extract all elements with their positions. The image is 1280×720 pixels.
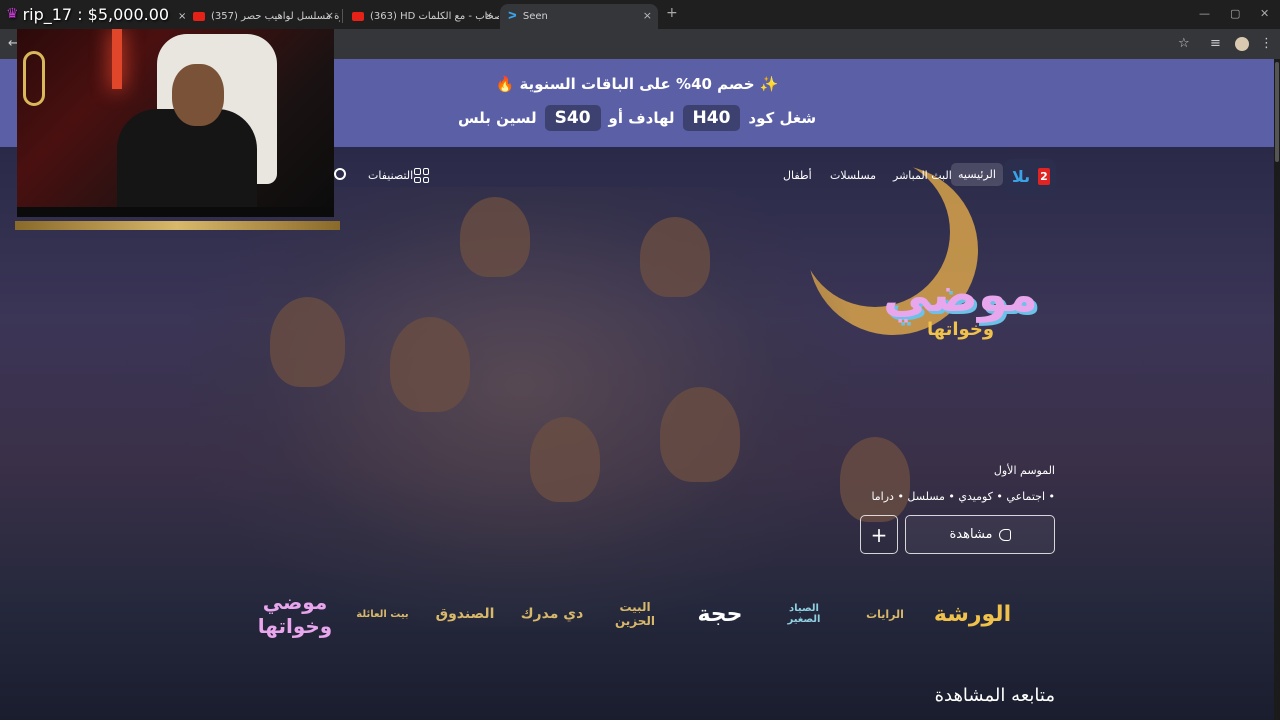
logo-number: 2 <box>1038 168 1050 185</box>
show-logo-item[interactable]: الصياد الصغير <box>775 584 833 644</box>
bookmark-star-icon[interactable]: ☆ <box>1178 36 1190 51</box>
close-icon[interactable]: × <box>643 9 652 22</box>
maximize-button[interactable]: ▢ <box>1230 7 1240 20</box>
scrollbar-thumb[interactable] <box>1275 62 1279 162</box>
show-logo-text: الصندوق <box>435 606 495 622</box>
show-logo-item[interactable]: موضي وخواتها <box>250 584 340 644</box>
promo-text: شغل كود <box>748 109 817 127</box>
lamp-light <box>112 29 122 89</box>
show-logo-item[interactable]: بيت العائلة <box>350 584 415 644</box>
genre-tags: • اجتماعي • كوميدي • مسلسل • دراما <box>871 490 1055 503</box>
watch-label: مشاهدة <box>949 527 993 542</box>
nav-home[interactable]: الرئيسيه <box>951 163 1003 186</box>
site-logo[interactable]: ىلا 2 <box>1004 159 1056 195</box>
logo-mark: ىلا <box>1012 167 1031 186</box>
show-logo-text: دي مدرك <box>520 606 584 622</box>
close-icon[interactable]: × <box>325 9 334 22</box>
show-logo-item[interactable]: الصندوق <box>430 584 500 644</box>
add-to-list-button[interactable]: + <box>860 515 898 554</box>
nav-live[interactable]: البث المباشر <box>893 169 952 182</box>
nav-kids[interactable]: أطفال <box>783 169 812 182</box>
show-logo-item[interactable]: حجة <box>680 584 760 644</box>
promo-text: لسين بلس <box>457 109 537 127</box>
promo-code-h40: H40 <box>682 105 741 131</box>
dollar-badge-icon <box>23 51 45 106</box>
tab-label: (363) HD الأصحاب - مع الكلمات <box>370 11 499 22</box>
tab-youtube-2[interactable]: (363) HD الأصحاب - مع الكلمات × <box>344 4 499 29</box>
person-figure <box>460 197 530 277</box>
categories-grid-icon[interactable] <box>414 168 429 183</box>
youtube-icon <box>193 12 205 21</box>
show-logo-item[interactable]: الورشة <box>930 584 1015 644</box>
crown-icon: ♛ <box>6 6 19 22</box>
webcam-bottom-bar <box>17 207 334 217</box>
show-logo-text: بيت العائلة <box>356 608 409 620</box>
show-logo-text: البيت الحزين <box>614 600 656 628</box>
streamer-head <box>172 64 224 126</box>
donation-goal-bar <box>15 221 340 230</box>
nav-categories[interactable]: التصنيفات <box>368 169 413 182</box>
person-figure <box>530 417 600 502</box>
donation-alert: ♛ rip_17 : $5,000.00 <box>6 4 169 24</box>
shows-carousel: موضي وخواتها بيت العائلة الصندوق دي مدرك… <box>250 584 1020 654</box>
youtube-icon <box>352 12 364 21</box>
tab-divider <box>342 9 343 23</box>
season-label: الموسم الأول <box>993 464 1055 477</box>
donation-text: rip_17 : $5,000.00 <box>22 4 170 24</box>
media-control-icon[interactable]: ≡ <box>1210 36 1221 51</box>
tab-label: (357) شارة مسلسل لواهيب حصر <box>211 11 340 22</box>
show-logo-item[interactable]: دي مدرك <box>512 584 592 644</box>
nav-series[interactable]: مسلسلات <box>830 169 876 182</box>
search-icon[interactable] <box>334 168 346 180</box>
tab-seen[interactable]: ᐳ Seen × <box>500 4 658 29</box>
show-title-logo: موضي وخواتها <box>878 265 1043 380</box>
show-logo-text: الورشة <box>933 601 1012 627</box>
show-logo-text: موضي وخواتها <box>257 590 333 638</box>
new-tab-button[interactable]: + <box>666 5 678 21</box>
seen-favicon-icon: ᐳ <box>508 11 517 22</box>
hero-image <box>190 187 910 627</box>
tab-youtube-1[interactable]: (357) شارة مسلسل لواهيب حصر × <box>185 4 340 29</box>
promo-code-s40: S40 <box>544 105 601 131</box>
browser-tab-strip: × (357) شارة مسلسل لواهيب حصر × (363) HD… <box>0 0 1280 29</box>
close-window-button[interactable]: ✕ <box>1260 7 1269 20</box>
person-figure <box>840 437 910 522</box>
show-logo-text: حجة <box>697 601 743 627</box>
person-figure <box>640 217 710 297</box>
close-icon[interactable]: × <box>484 9 493 22</box>
play-icon <box>998 528 1011 541</box>
show-logo-item[interactable]: البيت الحزين <box>605 584 665 644</box>
profile-avatar[interactable] <box>1235 37 1249 51</box>
continue-watching-heading: متابعه المشاهدة <box>934 685 1055 706</box>
webcam-overlay <box>17 29 334 207</box>
menu-kebab-icon[interactable]: ⋮ <box>1260 36 1273 51</box>
person-figure <box>390 317 470 412</box>
promo-text: لهادف أو <box>608 109 675 127</box>
show-title: موضي <box>883 267 1038 323</box>
person-figure <box>270 297 345 387</box>
watch-button[interactable]: مشاهدة <box>905 515 1055 554</box>
minimize-button[interactable]: — <box>1199 7 1210 20</box>
show-logo-item[interactable]: الرايات <box>855 584 915 644</box>
person-figure <box>660 387 740 482</box>
show-logo-text: الصياد الصغير <box>787 603 821 625</box>
tab-label: Seen <box>522 11 548 22</box>
tab-close-1[interactable]: × <box>170 4 186 29</box>
show-logo-text: الرايات <box>866 607 904 621</box>
